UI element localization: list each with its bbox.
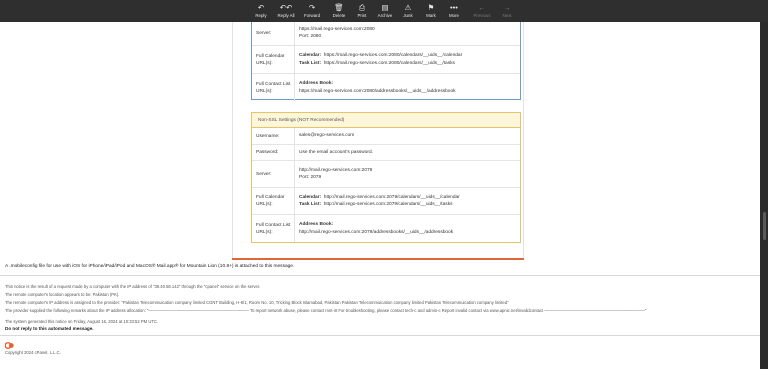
ssl-task-url[interactable]: https://mail.rego-services.com:2080/cale… <box>324 61 455 66</box>
ssl-contact-row: Full Contact List URL(s): Address Book: … <box>252 73 520 101</box>
more-label: More <box>448 12 459 18</box>
divider-bottom <box>0 335 760 336</box>
forward-button[interactable]: ↷ Forward <box>300 0 324 22</box>
vertical-scrollbar[interactable] <box>760 22 768 369</box>
trash-icon: 🗑 <box>334 2 344 12</box>
mark-button[interactable]: ⚑ Mark <box>420 0 442 22</box>
nonssl-username-row: Username: sales@rego-services.com <box>252 128 520 144</box>
archive-icon: ▤ <box>381 2 389 12</box>
nonssl-address-key: Address Book: <box>299 222 334 228</box>
nonssl-calendar-value: Calendar: http://mail.rego-services.com:… <box>295 188 520 214</box>
footer-line-6: Do not reply to this automated message. <box>5 326 94 331</box>
footer-line-1: This notice is the result of a request m… <box>5 284 261 289</box>
footer-line-2: The remote computer's location appears t… <box>5 292 120 297</box>
print-icon: ⎙ <box>359 2 365 12</box>
print-label: Print <box>357 12 367 18</box>
ssl-settings-box: Server: https://mail.rego-services.com:2… <box>251 22 521 101</box>
nonssl-server-label: Server: <box>252 161 295 187</box>
print-button[interactable]: ⎙ Print <box>351 0 373 22</box>
nonssl-calendar-label: Full Calendar URL(s): <box>252 188 295 214</box>
cpanel-logo-icon <box>5 342 14 349</box>
ssl-server-value: https://mail.rego-services.com:2080 Port… <box>295 22 520 45</box>
ssl-task-key: Task List: <box>299 60 322 66</box>
nonssl-calendar-url[interactable]: http://mail.rego-services.com:2079/calen… <box>324 195 460 200</box>
reply-icon: ↶ <box>257 2 265 12</box>
delete-label: Delete <box>332 12 346 18</box>
nonssl-server-row: Server: http://mail.rego-services.com:20… <box>252 160 520 187</box>
previous-label: Previous <box>473 12 491 18</box>
nonssl-header: Non-SSL Settings (NOT Recommended) <box>252 113 520 128</box>
footer-line-5: The system generated this notice on Frid… <box>5 319 159 324</box>
ssl-contact-label: Full Contact List URL(s): <box>252 74 295 101</box>
ssl-calendar-label: Full Calendar URL(s): <box>252 46 295 73</box>
ssl-server-url[interactable]: https://mail.rego-services.com:2080 <box>299 26 520 33</box>
nonssl-server-value: http://mail.rego-services.com:2079 Port:… <box>295 161 520 187</box>
divider <box>0 275 760 276</box>
nonssl-username-label: Username: <box>252 128 295 144</box>
more-icon: ••• <box>450 2 458 12</box>
ssl-server-label: Server: <box>252 22 295 45</box>
junk-label: Junk <box>403 12 413 18</box>
nonssl-password-value: Use the email account's password. <box>299 149 373 155</box>
reply-all-label: Reply All <box>277 12 295 18</box>
reply-all-button[interactable]: ↶↶ Reply All <box>273 0 299 22</box>
next-label: Next <box>502 12 512 18</box>
forward-icon: ↷ <box>308 2 316 12</box>
archive-button[interactable]: ▤ Archive <box>374 0 396 22</box>
nonssl-calendar-key: Calendar: <box>299 194 322 200</box>
message-body: Server: https://mail.rego-services.com:2… <box>0 22 760 369</box>
reply-label: Reply <box>255 12 267 18</box>
nonssl-task-url[interactable]: http://mail.rego-services.com:2079/calen… <box>324 202 453 207</box>
nonssl-settings-box: Non-SSL Settings (NOT Recommended) Usern… <box>251 112 521 243</box>
nonssl-task-key: Task List: <box>299 202 322 207</box>
nonssl-password-row: Password: Use the email account's passwo… <box>252 144 520 160</box>
junk-icon: ⚠ <box>404 2 412 12</box>
scroll-thumb[interactable] <box>763 212 766 240</box>
nonssl-address-url[interactable]: http://mail.rego-services.com:2079/addre… <box>299 229 520 236</box>
nonssl-calendar-row: Full Calendar URL(s): Calendar: http://m… <box>252 187 520 214</box>
delete-button[interactable]: 🗑 Delete <box>328 0 350 22</box>
archive-label: Archive <box>377 12 393 18</box>
footer-line-3: The remote computer's IP address is assi… <box>5 300 509 305</box>
reply-all-icon: ↶↶ <box>279 2 293 12</box>
previous-button[interactable]: ← Previous <box>469 0 495 22</box>
ssl-calendar-value: Calendar: https://mail.rego-services.com… <box>295 46 520 73</box>
arrow-right-icon: → <box>503 2 511 12</box>
nonssl-server-url[interactable]: http://mail.rego-services.com:2079 <box>299 167 520 174</box>
message-toolbar: ↶ Reply ↶↶ Reply All ↷ Forward 🗑 Delete … <box>0 0 768 22</box>
ssl-address-url[interactable]: https://mail.rego-services.com:2080/addr… <box>299 88 520 95</box>
next-button[interactable]: → Next <box>496 0 518 22</box>
ssl-address-key: Address Book: <box>299 81 334 87</box>
nonssl-contact-row: Full Contact List URL(s): Address Book: … <box>252 214 520 242</box>
nonssl-server-port: Port: 2079 <box>299 175 322 180</box>
attachment-note: A .mobileconfig file for use with iOS fo… <box>5 264 295 269</box>
mail-window: ↶ Reply ↶↶ Reply All ↷ Forward 🗑 Delete … <box>0 0 768 369</box>
ssl-calendar-url[interactable]: https://mail.rego-services.com:2080/cale… <box>324 53 462 58</box>
junk-button[interactable]: ⚠ Junk <box>397 0 419 22</box>
nonssl-contact-value: Address Book: http://mail.rego-services.… <box>295 215 520 242</box>
copyright-text: Copyright 2024 cPanel, L.L.C. <box>5 350 61 355</box>
ssl-server-port: Port: 2080 <box>299 34 322 39</box>
ssl-calendar-row: Full Calendar URL(s): Calendar: https://… <box>252 45 520 73</box>
nonssl-username-value: sales@rego-services.com <box>299 133 355 139</box>
footer-line-4: The provider supplied the following rema… <box>5 308 647 313</box>
panel-accent-line <box>232 258 524 260</box>
ssl-calendar-key: Calendar: <box>299 53 322 59</box>
forward-label: Forward <box>303 12 321 18</box>
mark-label: Mark <box>426 12 436 18</box>
arrow-left-icon: ← <box>478 2 486 12</box>
reply-button[interactable]: ↶ Reply <box>250 0 272 22</box>
ssl-contact-value: Address Book: https://mail.rego-services… <box>295 74 520 101</box>
nonssl-password-label: Password: <box>252 145 295 160</box>
flag-icon: ⚑ <box>427 2 435 12</box>
more-button[interactable]: ••• More <box>443 0 465 22</box>
nonssl-contact-label: Full Contact List URL(s): <box>252 215 295 242</box>
ssl-server-row: Server: https://mail.rego-services.com:2… <box>252 22 520 45</box>
